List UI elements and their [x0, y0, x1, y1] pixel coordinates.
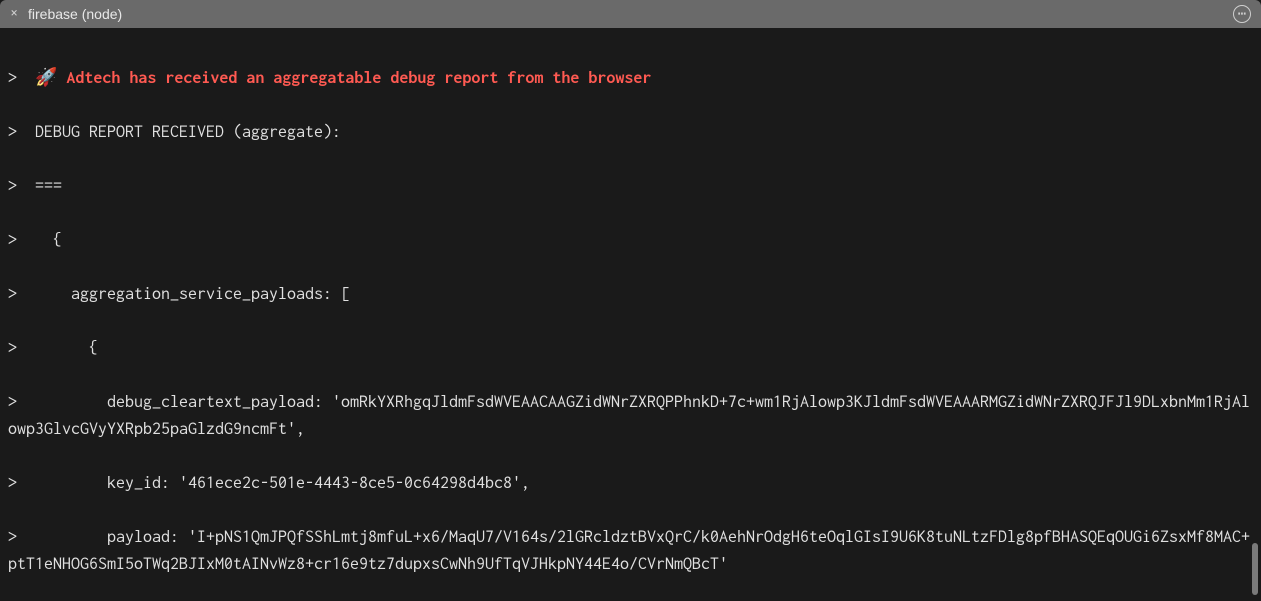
terminal-output: > 🚀 Adtech has received an aggregatable … — [0, 28, 1261, 601]
log-line: > { — [8, 335, 1253, 362]
close-icon[interactable]: ✕ — [10, 6, 18, 22]
log-line: > 🚀 Adtech has received an aggregatable … — [8, 65, 1253, 92]
tab-title: firebase (node) — [28, 4, 122, 25]
prompt-marker: > — [8, 69, 17, 87]
more-icon[interactable]: ⋯ — [1233, 5, 1251, 23]
log-line: > aggregation_service_payloads: [ — [8, 281, 1253, 308]
rocket-icon: 🚀 — [35, 69, 57, 87]
log-line: > { — [8, 227, 1253, 254]
tab[interactable]: ✕ firebase (node) — [10, 4, 122, 25]
log-line: > debug_cleartext_payload: 'omRkYXRhgqJl… — [8, 389, 1253, 443]
log-line: > === — [8, 173, 1253, 200]
log-line: > DEBUG REPORT RECEIVED (aggregate): — [8, 119, 1253, 146]
scrollbar-thumb[interactable] — [1252, 543, 1258, 595]
tab-bar: ✕ firebase (node) ⋯ — [0, 0, 1261, 28]
scrollbar-track[interactable] — [1252, 28, 1260, 599]
log-line: > payload: 'I+pNS1QmJPQfSShLmtj8mfuL+x6/… — [8, 524, 1253, 578]
headline-text: Adtech has received an aggregatable debu… — [57, 69, 651, 87]
log-line: > key_id: '461ece2c-501e-4443-8ce5-0c642… — [8, 470, 1253, 497]
